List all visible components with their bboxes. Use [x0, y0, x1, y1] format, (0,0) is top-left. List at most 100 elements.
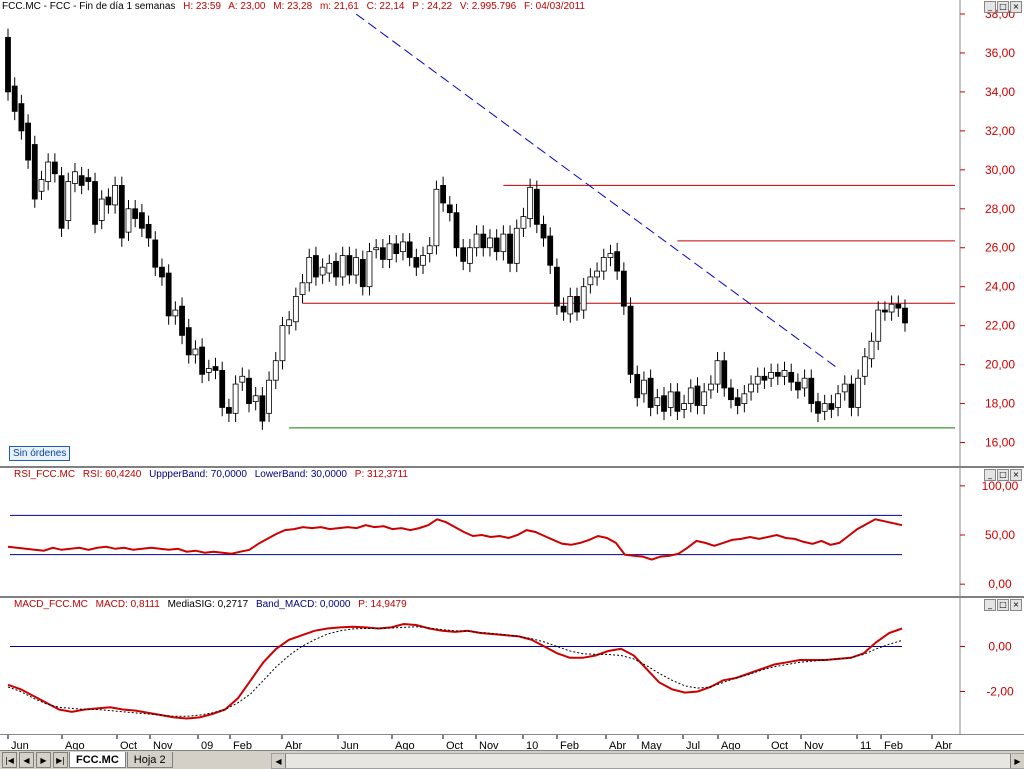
macd-window-buttons: _ □ ×: [984, 599, 1022, 611]
candle-body: [25, 122, 31, 161]
candle-body: [446, 204, 453, 214]
candle-body: [31, 144, 38, 200]
close-button[interactable]: ×: [1010, 599, 1022, 611]
minimize-button[interactable]: _: [984, 599, 996, 611]
candle-body: [634, 373, 641, 399]
candle-body: [687, 387, 694, 404]
candle-body: [212, 366, 219, 371]
scroll-right-button[interactable]: ▶: [1010, 754, 1024, 768]
rsi-panel: RSI_FCC.MC RSI: 60,4240 UppperBand: 70,0…: [0, 468, 1024, 596]
candle-body: [232, 383, 239, 414]
candle-body: [433, 188, 440, 247]
macd-chart[interactable]: -2,00 0,00: [0, 598, 1024, 734]
candle-body: [259, 395, 266, 422]
candle-body: [547, 235, 554, 266]
candle-body: [98, 198, 105, 221]
candle-body: [540, 223, 547, 239]
minimize-button[interactable]: _: [984, 469, 996, 481]
close-label: C: 22,14: [366, 1, 405, 12]
candle-body: [353, 257, 359, 276]
macd-band-label: Band_MACD: 0,0000: [255, 599, 351, 610]
candle-body: [379, 247, 386, 260]
maximize-button[interactable]: □: [997, 469, 1009, 481]
candle-body: [667, 391, 674, 408]
prev-icon: ◀: [23, 755, 30, 765]
candle-body: [45, 161, 52, 182]
tab-hoja2[interactable]: Hoja 2: [126, 752, 173, 768]
macd-header: MACD_FCC.MC MACD: 0,8111 MediaSIG: 0,271…: [14, 599, 412, 610]
volume-label: V: 2.995.796: [459, 1, 517, 12]
sheet-tab-bar: |◀ ◀ ▶ ▶| FCC.MC Hoja 2 ◀ ▶: [0, 750, 1024, 769]
first-icon: |◀: [5, 755, 14, 765]
candle-body: [721, 360, 728, 389]
candle-body: [466, 247, 473, 264]
candle-body: [674, 391, 681, 412]
price-chart[interactable]: 16,00 18,00 20,00 22,00 24,00 26,00 28,00 30,00…: [0, 0, 1024, 466]
candle-body: [882, 309, 888, 313]
prev-sheet-button[interactable]: ◀: [19, 752, 34, 768]
orders-badge[interactable]: Sin órdenes: [9, 446, 71, 461]
rsi-chart[interactable]: 0,0050,00100,00: [0, 468, 1024, 596]
minimize-button[interactable]: _: [984, 1, 996, 13]
candle-body: [72, 171, 78, 184]
candle-body: [299, 282, 306, 295]
next-sheet-button[interactable]: ▶: [36, 752, 51, 768]
close-button[interactable]: ×: [1010, 469, 1022, 481]
maximize-button[interactable]: □: [997, 599, 1009, 611]
horizontal-scrollbar[interactable]: ◀ ▶: [271, 753, 1024, 769]
y-tick-label: 24,00: [985, 280, 1015, 294]
y-tick-label: 22,00: [985, 319, 1015, 333]
high-label: M: 23,28: [273, 1, 313, 12]
candle-body: [794, 381, 801, 391]
candle-body: [701, 391, 708, 406]
last-icon: ▶|: [56, 755, 65, 765]
candle-body: [801, 377, 808, 389]
candle-body: [554, 266, 560, 307]
candle-body: [125, 208, 132, 233]
candle-body: [560, 305, 567, 313]
candle-body: [266, 379, 272, 414]
first-sheet-button[interactable]: |◀: [2, 752, 17, 768]
candle-body: [386, 243, 393, 260]
candle-body: [333, 260, 339, 278]
last-sheet-button[interactable]: ▶|: [53, 752, 68, 768]
candle-body: [788, 371, 795, 383]
time-axis-labels: Jun Ago Oct Nov 09 Feb Abr Jun Ago Oct Nov 10 Feb Abr…: [7, 735, 952, 752]
candle-body: [172, 309, 179, 317]
time-axis: Jun Ago Oct Nov 09 Feb Abr Jun Ago Oct Nov 10 Feb Abr…: [0, 734, 1024, 752]
candle-body: [888, 303, 895, 313]
candle-body: [239, 375, 246, 383]
macd-panel: MACD_FCC.MC MACD: 0,8111 MediaSIG: 0,271…: [0, 598, 1024, 734]
rsi-lower-label: LowerBand: 30,0000: [254, 469, 347, 480]
candle-body: [373, 247, 380, 251]
close-button[interactable]: ×: [1010, 1, 1022, 13]
candle-body: [480, 233, 487, 249]
candle-body: [292, 296, 299, 323]
candle-body: [192, 348, 199, 356]
date-label: F: 04/03/2011: [524, 1, 585, 12]
candle-body: [286, 319, 293, 327]
candle-body: [112, 185, 119, 206]
scroll-left-icon: ◀: [275, 756, 282, 766]
next-icon: ▶: [40, 755, 47, 765]
candle-body: [38, 179, 45, 192]
candle-body: [835, 393, 841, 408]
price-window-buttons: _ □ ×: [984, 1, 1022, 13]
candle-body: [92, 181, 98, 225]
candle-body: [741, 393, 748, 404]
macd-signal-label: MediaSIG: 0,2717: [167, 599, 249, 610]
candle-body: [319, 266, 326, 276]
scroll-left-button[interactable]: ◀: [272, 754, 286, 768]
candle-body: [279, 325, 286, 362]
macd-line: [7, 622, 903, 720]
candle-body: [828, 403, 835, 410]
candle-body: [426, 245, 433, 254]
maximize-button[interactable]: □: [997, 1, 1009, 13]
candle-body: [326, 262, 333, 274]
y-tick-label: 16,00: [985, 436, 1015, 450]
macd-name-label: MACD_FCC.MC: [14, 599, 88, 610]
candle-body: [51, 161, 58, 175]
candle-body: [574, 296, 580, 313]
candle-body: [85, 177, 92, 182]
tab-fcc[interactable]: FCC.MC: [69, 752, 126, 768]
